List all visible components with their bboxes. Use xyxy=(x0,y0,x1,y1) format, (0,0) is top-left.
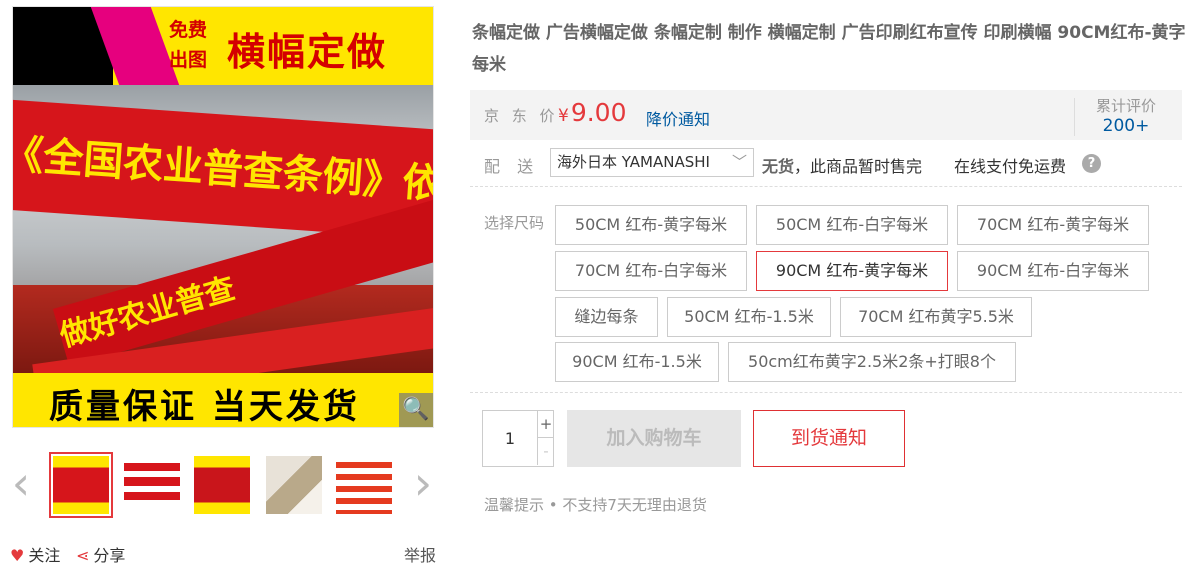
help-icon[interactable]: ? xyxy=(1082,154,1101,173)
price-value: ¥9.00 xyxy=(558,98,627,127)
share-icon: ⋖ xyxy=(76,546,90,565)
size-option[interactable]: 70CM 红布-黄字每米 xyxy=(957,205,1149,245)
report-link[interactable]: 举报 xyxy=(404,542,436,566)
thumbnail-image xyxy=(336,456,392,514)
zoom-icon[interactable]: 🔍 xyxy=(399,393,433,427)
thumbnail-image xyxy=(194,456,250,514)
review-count[interactable]: 200+ xyxy=(1086,116,1166,136)
size-label: 选择尺码 xyxy=(484,214,545,232)
thumbnail-image xyxy=(53,456,109,514)
thumbnail-image xyxy=(266,456,322,514)
thumbnail-3[interactable] xyxy=(190,452,254,518)
size-option[interactable]: 70CM 红布黄字5.5米 xyxy=(840,297,1032,337)
share-label: 分享 xyxy=(93,546,126,565)
heart-icon: ♥ xyxy=(10,546,25,565)
size-option[interactable]: 50CM 红布-1.5米 xyxy=(667,297,831,337)
price-currency: ¥ xyxy=(558,106,569,126)
product-title: 条幅定做 广告横幅定做 条幅定制 制作 横幅定制 广告印刷红布宣传 印刷横幅 9… xyxy=(472,23,1186,75)
price-number: 9.00 xyxy=(570,98,627,127)
review-summary[interactable]: 累计评价 200+ xyxy=(1086,96,1166,136)
main-product-image[interactable]: 免费出图 横幅定做 《全国农业普查条例》依法 做好农业普查 质量保证 当天发货 … xyxy=(12,6,434,428)
thumbnail-2[interactable] xyxy=(120,452,184,518)
image-slogan-band: 质量保证 当天发货 xyxy=(13,373,433,427)
divider xyxy=(470,392,1182,393)
divider xyxy=(1074,98,1075,136)
quantity-input[interactable] xyxy=(483,411,537,466)
size-option[interactable]: 50CM 红布-白字每米 xyxy=(756,205,948,245)
region-selector[interactable]: 海外日本 YAMANASHI ﹀ xyxy=(550,148,754,177)
arrival-notice-button[interactable]: 到货通知 xyxy=(753,410,905,467)
image-promo-main: 横幅定做 xyxy=(227,30,388,74)
price-panel: 京 东 价 ¥9.00 降价通知 累计评价 200+ xyxy=(470,90,1182,140)
image-promo-free: 免费出图 xyxy=(168,19,207,71)
image-hall-scene: 《全国农业普查条例》依法 做好农业普查 xyxy=(13,85,433,405)
follow-button[interactable]: ♥ 关注 xyxy=(10,542,60,566)
add-to-cart-button[interactable]: 加入购物车 xyxy=(567,410,741,467)
review-label: 累计评价 xyxy=(1095,97,1156,115)
quantity-stepper: + - xyxy=(482,410,554,467)
size-option[interactable]: 50cm红布黄字2.5米2条+打眼8个 xyxy=(728,342,1016,382)
follow-label: 关注 xyxy=(28,546,61,565)
quantity-increase-button[interactable]: + xyxy=(537,411,554,438)
share-button[interactable]: ⋖ 分享 xyxy=(76,542,125,566)
image-header-band: 免费出图 横幅定做 xyxy=(13,7,433,85)
size-option-selected[interactable]: 90CM 红布-黄字每米 xyxy=(756,251,948,291)
stock-status-label: 无货 xyxy=(762,157,795,176)
price-drop-notify-link[interactable]: 降价通知 xyxy=(646,106,710,130)
image-slogan: 质量保证 当天发货 xyxy=(49,387,360,427)
size-option[interactable]: 缝边每条 xyxy=(555,297,658,337)
thumbnail-image xyxy=(124,456,180,514)
quantity-decrease-button[interactable]: - xyxy=(537,438,554,465)
freight-info: 在线支付免运费 xyxy=(954,157,1067,176)
size-option[interactable]: 90CM 红布-白字每米 xyxy=(957,251,1149,291)
thumbnail-strip: ‹ › xyxy=(12,448,434,524)
product-actions: ♥ 关注 ⋖ 分享 举报 xyxy=(10,542,436,566)
stock-note: ，此商品暂时售完 xyxy=(794,157,923,176)
chevron-down-icon: ﹀ xyxy=(731,153,747,171)
thumb-prev-arrow-icon[interactable]: ‹ xyxy=(8,460,34,510)
thumbnail-1[interactable] xyxy=(49,452,113,518)
size-option[interactable]: 90CM 红布-1.5米 xyxy=(555,342,719,382)
thumbnail-4[interactable] xyxy=(262,452,326,518)
divider xyxy=(470,186,1182,187)
stock-status: 无货，此商品暂时售完 xyxy=(762,153,922,177)
size-option[interactable]: 50CM 红布-黄字每米 xyxy=(555,205,747,245)
size-option[interactable]: 70CM 红布-白字每米 xyxy=(555,251,747,291)
thumbnail-5[interactable] xyxy=(332,452,396,518)
thumb-next-arrow-icon[interactable]: › xyxy=(410,460,436,510)
price-label: 京 东 价 xyxy=(484,107,559,125)
region-value: 海外日本 YAMANASHI xyxy=(557,153,710,171)
purchase-tip: 温馨提示 • 不支持7天无理由退货 xyxy=(484,496,707,514)
